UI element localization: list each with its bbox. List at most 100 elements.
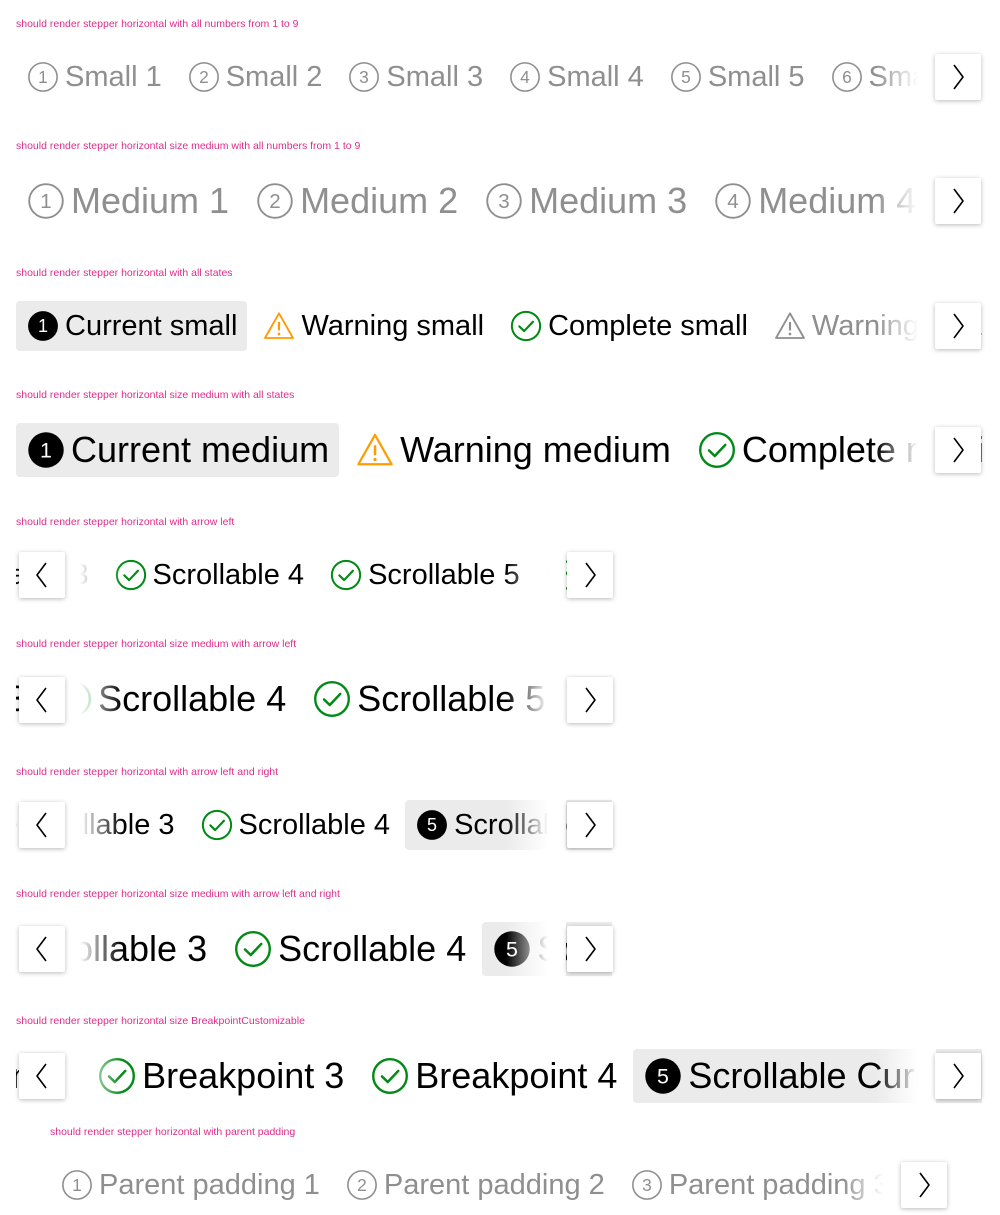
scroll-next-button[interactable] [935, 427, 981, 473]
step-label: Small 2 [225, 60, 323, 93]
chevron-right-icon [947, 1061, 969, 1091]
scroll-prev-button[interactable] [19, 552, 65, 598]
chevron-right-icon [579, 560, 601, 590]
step-button-disabled[interactable]: 4 Small 4 [498, 52, 654, 102]
chevron-left-icon [31, 934, 53, 964]
step-label: Breakpoint 4 [415, 1055, 618, 1096]
step-button-disabled[interactable]: 2 Medium 2 [245, 174, 468, 228]
scroll-next-button[interactable] [567, 552, 613, 598]
step-button-complete[interactable]: Complete small [499, 301, 758, 351]
stepper-breakpoint: Breakpoint 2Breakpoint 3Breakpoint 45Scr… [16, 1049, 982, 1103]
stepper-medium-states: 1Current mediumWarning mediumComplete me… [16, 423, 982, 477]
step-button-disabled[interactable]: 1 Parent padding 1 [50, 1160, 330, 1210]
step-label: Warning medium [400, 429, 671, 470]
section-caption: should render stepper horizontal with al… [16, 18, 299, 30]
step-button-disabled[interactable]: 3 Medium 3 [474, 174, 697, 228]
number-5-icon: 5 [416, 809, 448, 841]
scroll-prev-button[interactable] [19, 926, 65, 972]
number-1-icon: 1 [27, 182, 65, 220]
section-caption: should render stepper horizontal with ar… [16, 516, 235, 528]
number-1-icon: 1 [27, 61, 59, 93]
number-3-icon: 3 [631, 1169, 663, 1201]
warning-icon [263, 310, 295, 342]
section-caption: should render stepper horizontal size me… [16, 888, 340, 900]
scroll-next-button[interactable] [935, 1053, 981, 1099]
step-button-warning[interactable]: Warning medium [345, 423, 681, 477]
step-button-disabled[interactable]: 2 Small 2 [177, 52, 333, 102]
step-button-current[interactable]: 1 Current small [16, 301, 248, 351]
step-button-disabled[interactable]: 1 Small 1 [16, 52, 172, 102]
step-button-disabled[interactable]: 1 Medium 1 [16, 174, 239, 228]
check-circle-icon [330, 559, 362, 591]
number-6-icon: 6 [831, 61, 863, 93]
stepper-medium-numbers: 1Medium 12Medium 23Medium 34Medium 45Med… [16, 174, 982, 228]
step-label: Current medium [71, 429, 330, 470]
scroll-prev-button[interactable] [19, 802, 65, 848]
step-label: Medium 1 [71, 180, 230, 221]
step-button-disabled[interactable]: 3 Small 3 [337, 52, 493, 102]
svg-text:4: 4 [520, 67, 530, 87]
stepper-parent-padding: 1 Parent padding 1 2 Parent padding 2 3 Paren… [50, 1160, 948, 1210]
number-4-icon: 4 [714, 182, 752, 220]
number-2-icon: 2 [346, 1169, 378, 1201]
svg-text:5: 5 [427, 815, 437, 835]
chevron-left-icon [31, 560, 53, 590]
step-label: Small 1 [65, 60, 162, 93]
chevron-right-icon [579, 810, 601, 840]
scroll-next-button[interactable] [567, 677, 613, 723]
step-label: Small 4 [547, 60, 644, 93]
svg-text:5: 5 [681, 67, 691, 87]
step-label: Parent padding 1 [99, 1168, 320, 1201]
warning-icon [774, 310, 806, 342]
number-3-icon: 3 [348, 61, 380, 93]
check-circle-icon [16, 809, 17, 841]
step-label: Breakpoint 3 [142, 1055, 345, 1096]
step-button-complete[interactable]: Breakpoint 3 [87, 1049, 354, 1103]
svg-text:1: 1 [38, 67, 48, 87]
number-4-icon: 4 [509, 61, 541, 93]
step-button-current[interactable]: 1 Current medium [16, 423, 340, 477]
section-caption: should render stepper horizontal size me… [16, 140, 361, 152]
svg-text:1: 1 [40, 190, 51, 213]
scroll-next-button[interactable] [567, 802, 613, 848]
scroll-next-button[interactable] [567, 926, 613, 972]
stepper-medium-arrow-both: Scrollable 3Scrollable 45Scrollable Curr… [16, 922, 612, 976]
number-5-icon: 5 [670, 61, 702, 93]
chevron-left-icon [31, 685, 53, 715]
number-2-icon: 2 [256, 182, 294, 220]
step-button-complete[interactable]: Scrollable 4 [190, 800, 401, 850]
step-button-disabled[interactable]: 5 Small 5 [659, 52, 815, 102]
number-3-icon: 3 [485, 182, 523, 220]
number-1-icon: 1 [61, 1169, 93, 1201]
step-button-warning[interactable]: Warning small [252, 301, 494, 351]
step-button-complete[interactable]: Breakpoint 4 [360, 1049, 627, 1103]
step-button-complete[interactable]: Scrollable 4 [223, 922, 476, 976]
number-1-icon: 1 [27, 310, 59, 342]
section-caption: should render stepper horizontal size me… [16, 638, 297, 650]
scroll-prev-button[interactable] [19, 1053, 65, 1099]
svg-text:4: 4 [727, 190, 738, 213]
stepper-small-arrow-both: Scrollable 3Scrollable 45Scrollable Curr… [16, 800, 612, 850]
svg-text:5: 5 [657, 1064, 669, 1088]
scroll-next-button[interactable] [901, 1162, 947, 1208]
scroll-next-button[interactable] [935, 54, 981, 100]
number-2-icon: 2 [188, 61, 220, 93]
section-caption: should render stepper horizontal size Br… [16, 1015, 305, 1027]
stepper-small-arrow-left: Scrollable 3Scrollable 4Scrollable 5Scro… [16, 550, 612, 600]
chevron-right-icon [913, 1170, 935, 1200]
step-label: Scrollable 4 [278, 928, 467, 969]
step-button-disabled[interactable]: 2 Parent padding 2 [335, 1160, 615, 1210]
chevron-left-icon [31, 810, 53, 840]
scroll-next-button[interactable] [935, 303, 981, 349]
number-1-icon: 1 [27, 431, 65, 469]
step-button-complete[interactable]: Scrollable 4 [104, 550, 315, 600]
scroll-next-button[interactable] [935, 178, 981, 224]
step-label: Small 5 [707, 60, 805, 93]
svg-text:2: 2 [269, 190, 280, 213]
svg-text:3: 3 [360, 67, 370, 87]
step-label: Parent padding 2 [383, 1168, 605, 1201]
step-button-complete[interactable]: Scrollable 5 [319, 550, 530, 600]
svg-text:3: 3 [498, 190, 509, 213]
step-label: Scrollable 4 [98, 678, 287, 719]
scroll-prev-button[interactable] [19, 677, 65, 723]
